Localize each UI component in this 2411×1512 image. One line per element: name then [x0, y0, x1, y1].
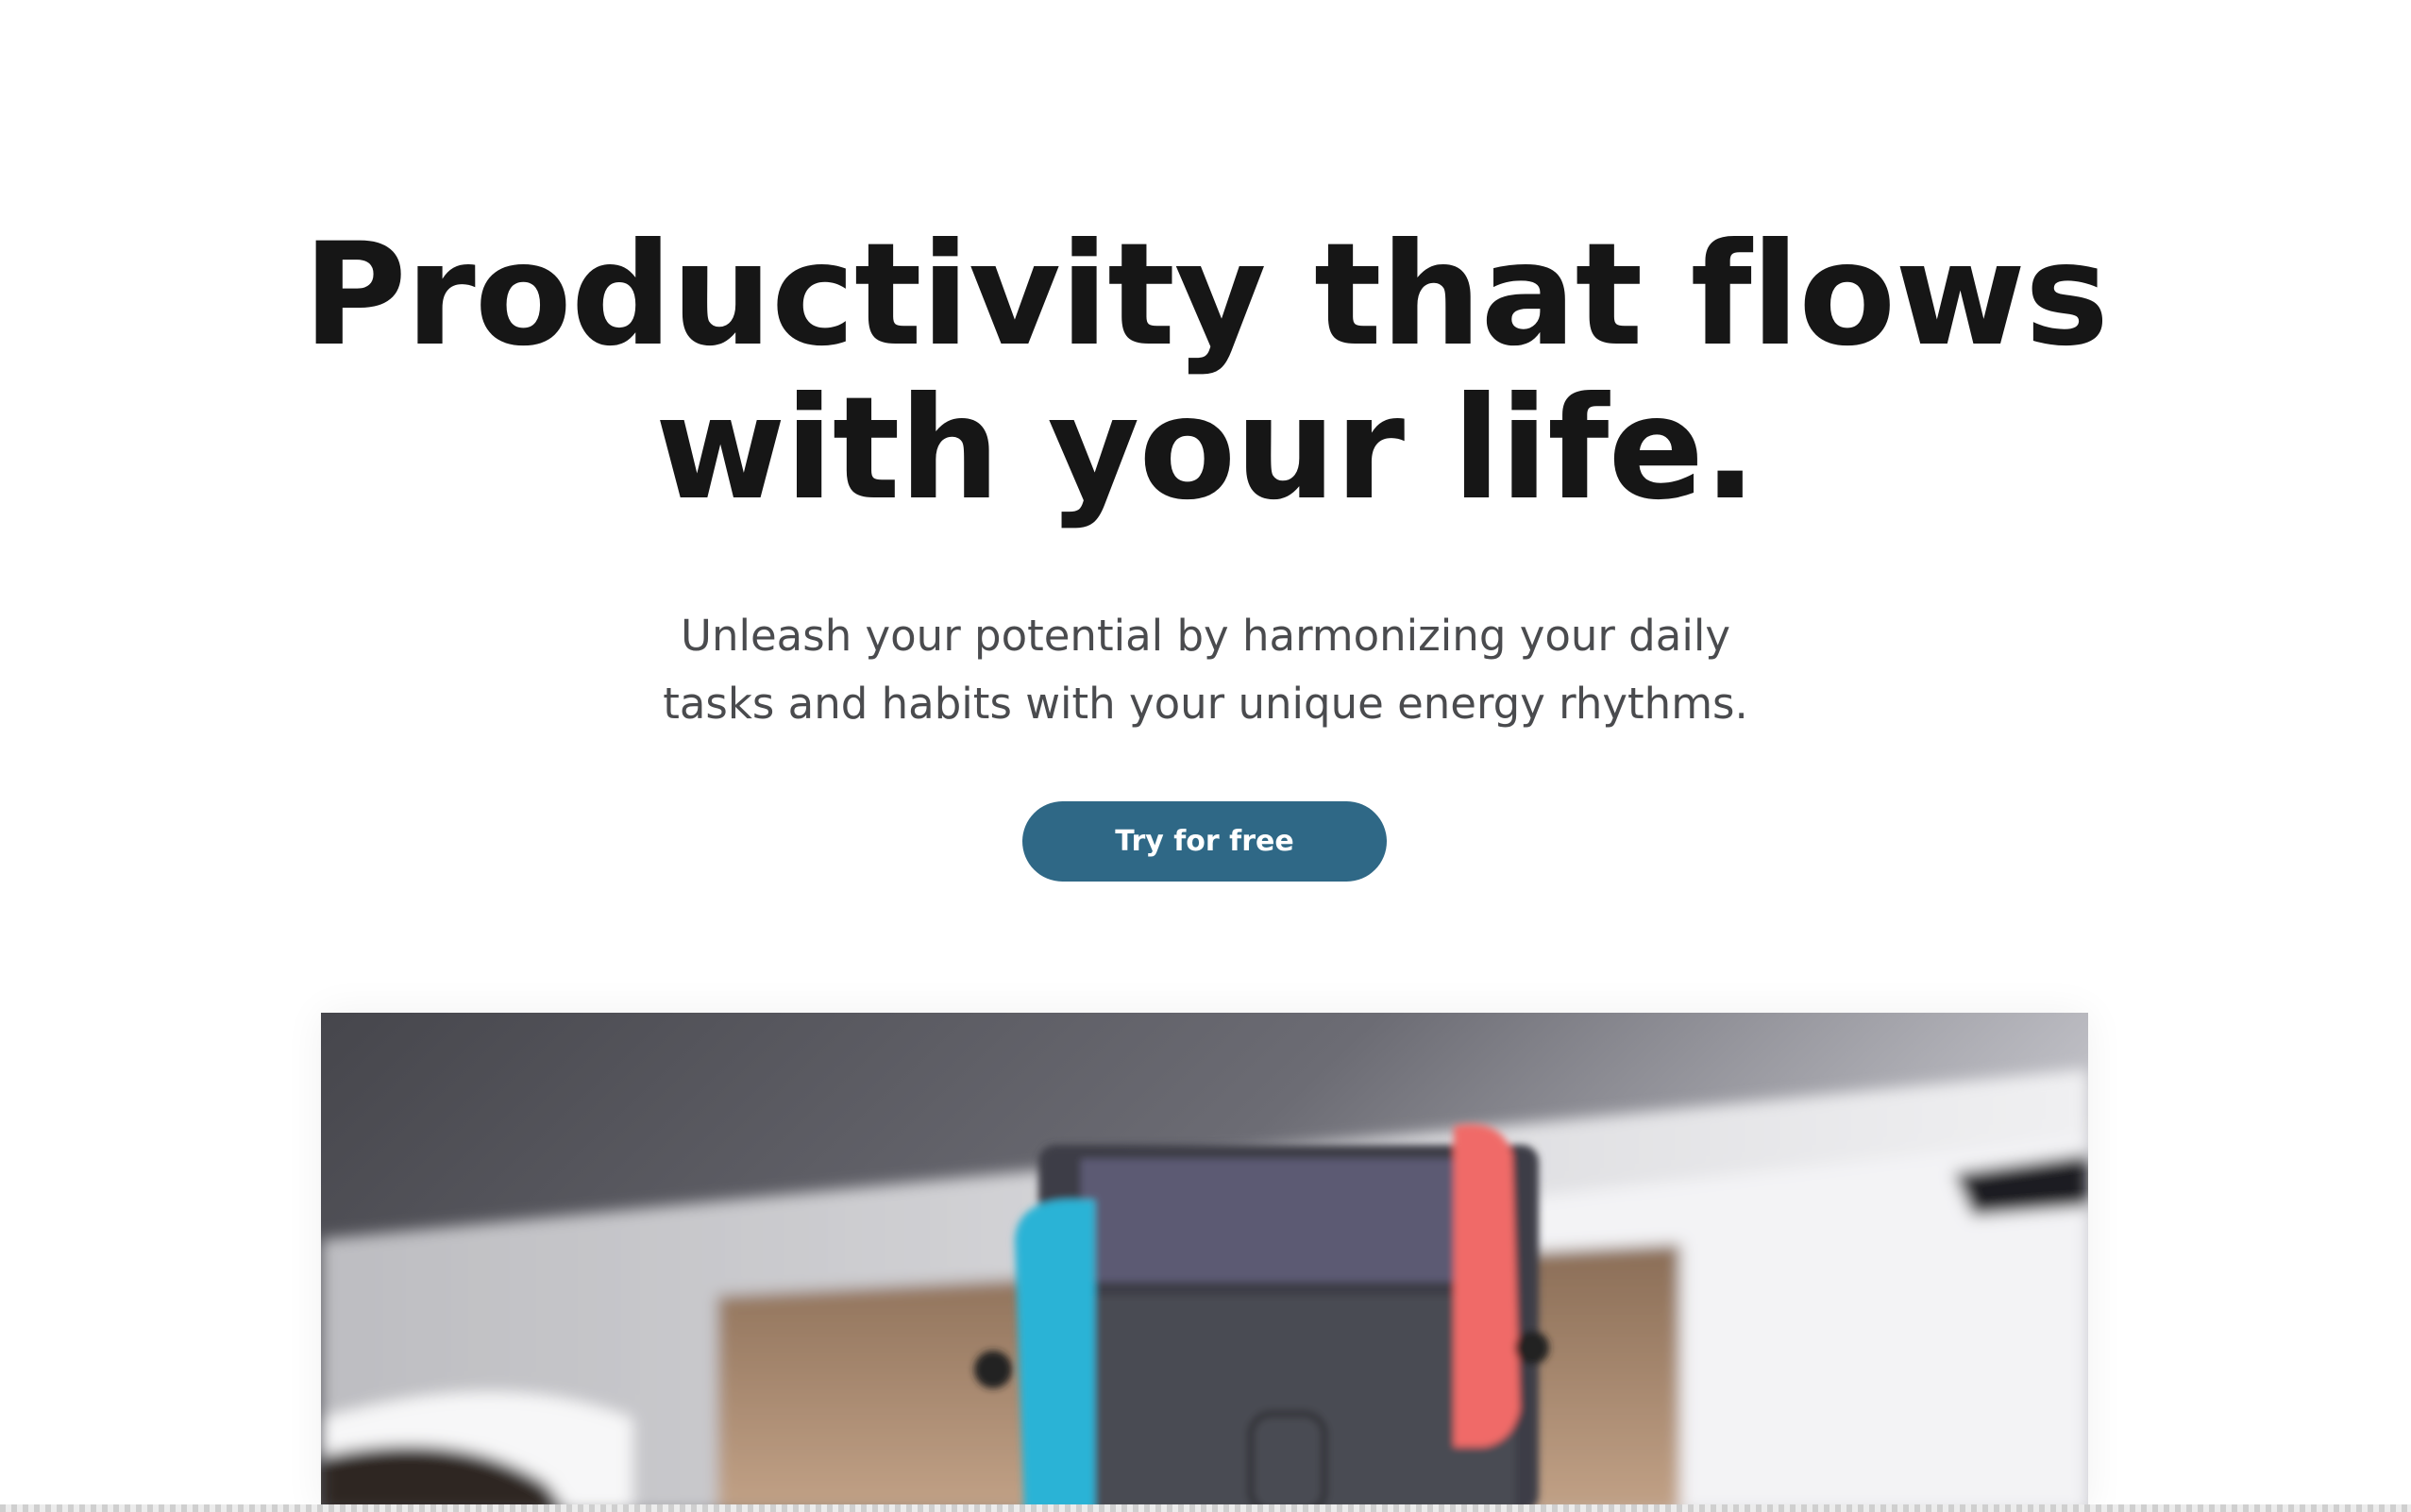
game-console-photo — [321, 1013, 2088, 1512]
page-bottom-divider — [0, 1504, 2411, 1512]
hero-subtitle-line-1: Unleash your potential by harmonizing yo… — [681, 611, 1730, 661]
hero-headline-line-1: Productivity that flows — [302, 213, 2109, 378]
hero-subtitle-line-2: tasks and habits with your unique energy… — [663, 679, 1748, 729]
hero-product-image — [321, 1013, 2088, 1512]
hero-subtitle: Unleash your potential by harmonizing yo… — [0, 602, 2411, 738]
hero-headline-line-2: with your life. — [654, 367, 1757, 531]
try-for-free-button[interactable]: Try for free — [1022, 801, 1387, 882]
hero-headline: Productivity that flows with your life. — [0, 219, 2411, 527]
